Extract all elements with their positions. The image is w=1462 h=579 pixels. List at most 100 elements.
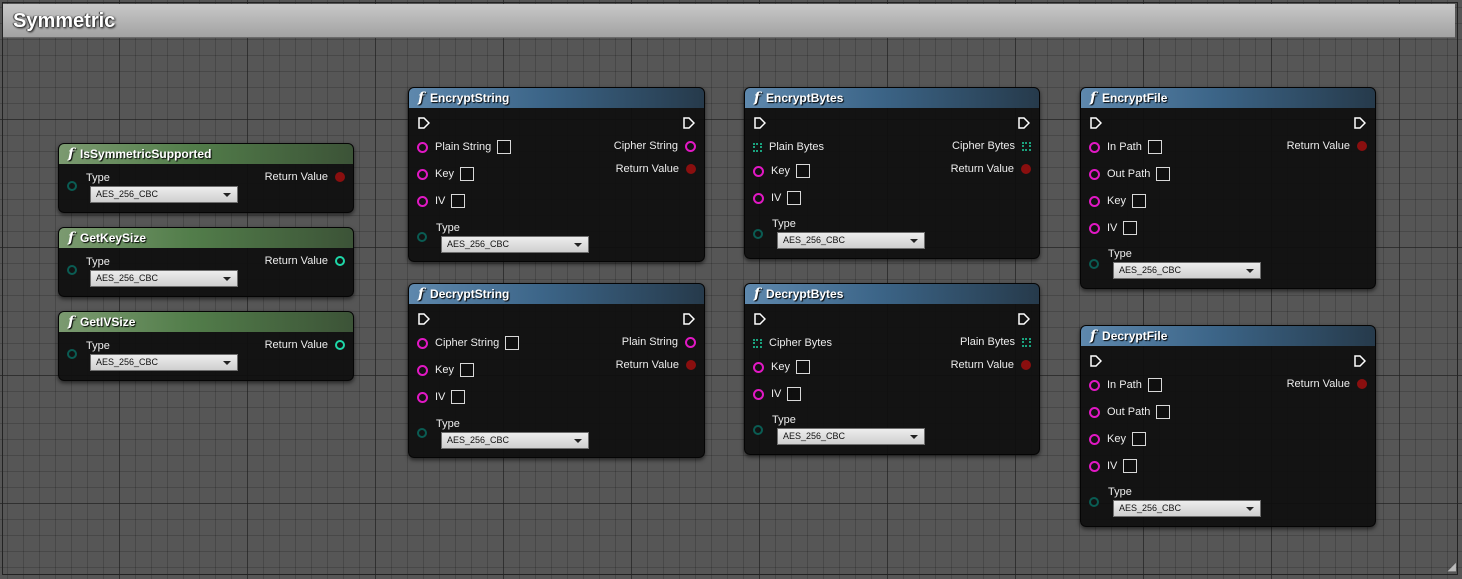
key-pin[interactable]: Key [753, 164, 810, 178]
in-path-input[interactable] [1147, 378, 1162, 392]
bool-pin-icon[interactable] [686, 360, 696, 370]
return-value-pin[interactable]: Return Value [1287, 140, 1367, 152]
node-get-key-size[interactable]: f GetKeySize Type AES_256_CBC Return Val… [58, 227, 354, 297]
type-pin[interactable] [67, 265, 77, 275]
type-dropdown[interactable]: AES_256_CBC [90, 354, 238, 371]
type-dropdown[interactable]: AES_256_CBC [90, 270, 238, 287]
resize-grip-icon[interactable]: ◢ [1444, 561, 1456, 573]
string-pin-icon[interactable] [753, 361, 764, 373]
type-dropdown[interactable]: AES_256_CBC [1113, 500, 1261, 517]
iv-pin[interactable]: IV [1089, 459, 1138, 473]
node-header[interactable]: f IsSymmetricSupported [59, 144, 353, 164]
bool-pin-icon[interactable] [686, 164, 696, 174]
enum-pin-icon[interactable] [67, 265, 77, 275]
type-dropdown[interactable]: AES_256_CBC [777, 232, 925, 249]
byte-array-pin-icon[interactable] [753, 338, 762, 348]
plain-string-input[interactable] [497, 140, 512, 154]
node-decrypt-file[interactable]: f DecryptFile In Path Out Path Key IV Ty… [1080, 325, 1376, 527]
return-value-pin[interactable]: Return Value [616, 163, 696, 175]
return-value-pin[interactable]: Return Value [616, 359, 696, 371]
iv-pin[interactable]: IV [1089, 221, 1138, 235]
string-pin-icon[interactable] [417, 168, 428, 180]
string-pin-icon[interactable] [753, 388, 764, 400]
string-pin-icon[interactable] [417, 195, 428, 207]
exec-out-pin-icon[interactable] [683, 313, 695, 325]
out-path-pin[interactable]: Out Path [1089, 405, 1171, 419]
node-decrypt-string[interactable]: f DecryptString Cipher String Key IV Typ… [408, 283, 705, 458]
exec-out-pin-icon[interactable] [1354, 355, 1366, 367]
bool-pin-icon[interactable] [1021, 164, 1031, 174]
exec-in-pin-icon[interactable] [418, 117, 430, 129]
out-path-input[interactable] [1156, 405, 1171, 419]
type-pin[interactable] [1089, 497, 1099, 507]
node-header[interactable]: f GetKeySize [59, 228, 353, 248]
iv-pin[interactable]: IV [753, 387, 802, 401]
bool-pin-icon[interactable] [335, 172, 345, 182]
exec-in-pin-icon[interactable] [754, 313, 766, 325]
exec-out-pin-icon[interactable] [1354, 117, 1366, 129]
enum-pin-icon[interactable] [753, 229, 763, 239]
type-dropdown[interactable]: AES_256_CBC [441, 236, 589, 253]
string-pin-icon[interactable] [1089, 222, 1100, 234]
node-encrypt-string[interactable]: f EncryptString Plain String Key IV Type… [408, 87, 705, 262]
cipher-string-input[interactable] [505, 336, 520, 350]
type-pin[interactable] [753, 425, 763, 435]
node-get-iv-size[interactable]: f GetIVSize Type AES_256_CBC Return Valu… [58, 311, 354, 381]
iv-input[interactable] [1123, 459, 1138, 473]
key-input[interactable] [795, 360, 810, 374]
node-encrypt-bytes[interactable]: f EncryptBytes Plain Bytes Key IV Type A… [744, 87, 1040, 259]
string-pin-icon[interactable] [1089, 379, 1100, 391]
in-path-pin[interactable]: In Path [1089, 378, 1162, 392]
key-input[interactable] [459, 363, 474, 377]
string-pin-icon[interactable] [685, 140, 696, 152]
node-decrypt-bytes[interactable]: f DecryptBytes Cipher Bytes Key IV Type … [744, 283, 1040, 455]
bool-pin-icon[interactable] [1021, 360, 1031, 370]
iv-pin[interactable]: IV [417, 390, 466, 404]
string-pin-icon[interactable] [1089, 460, 1100, 472]
type-pin[interactable] [67, 181, 77, 191]
out-path-input[interactable] [1156, 167, 1171, 181]
plain-bytes-pin[interactable]: Plain Bytes [960, 336, 1031, 348]
enum-pin-icon[interactable] [67, 181, 77, 191]
in-path-input[interactable] [1147, 140, 1162, 154]
node-header[interactable]: f EncryptBytes [745, 88, 1039, 108]
return-value-pin[interactable]: Return Value [951, 163, 1031, 175]
node-is-symmetric-supported[interactable]: f IsSymmetricSupported Type AES_256_CBC … [58, 143, 354, 213]
bool-pin-icon[interactable] [1357, 379, 1367, 389]
string-pin-icon[interactable] [685, 336, 696, 348]
byte-array-pin-icon[interactable] [1022, 141, 1031, 151]
key-pin[interactable]: Key [1089, 194, 1146, 208]
node-header[interactable]: f EncryptString [409, 88, 704, 108]
iv-input[interactable] [787, 191, 802, 205]
key-input[interactable] [795, 164, 810, 178]
string-pin-icon[interactable] [417, 141, 428, 153]
enum-pin-icon[interactable] [417, 428, 427, 438]
plain-bytes-pin[interactable]: Plain Bytes [753, 141, 824, 153]
string-pin-icon[interactable] [1089, 433, 1100, 445]
key-pin[interactable]: Key [417, 363, 474, 377]
string-pin-icon[interactable] [753, 192, 764, 204]
exec-in-pin-icon[interactable] [754, 117, 766, 129]
plain-string-pin[interactable]: Plain String [622, 336, 696, 348]
exec-in-pin-icon[interactable] [418, 313, 430, 325]
type-dropdown[interactable]: AES_256_CBC [777, 428, 925, 445]
in-path-pin[interactable]: In Path [1089, 140, 1162, 154]
int-pin-icon[interactable] [335, 340, 345, 350]
node-header[interactable]: f DecryptString [409, 284, 704, 304]
key-input[interactable] [459, 167, 474, 181]
iv-pin[interactable]: IV [417, 194, 466, 208]
exec-out-pin-icon[interactable] [683, 117, 695, 129]
key-pin[interactable]: Key [1089, 432, 1146, 446]
cipher-string-pin[interactable]: Cipher String [417, 336, 520, 350]
node-header[interactable]: f DecryptFile [1081, 326, 1375, 346]
string-pin-icon[interactable] [753, 165, 764, 177]
cipher-bytes-pin[interactable]: Cipher Bytes [753, 337, 832, 349]
iv-pin[interactable]: IV [753, 191, 802, 205]
return-value-pin[interactable]: Return Value [265, 339, 345, 351]
string-pin-icon[interactable] [417, 391, 428, 403]
cipher-string-pin[interactable]: Cipher String [614, 140, 696, 152]
node-header[interactable]: f EncryptFile [1081, 88, 1375, 108]
type-dropdown[interactable]: AES_256_CBC [1113, 262, 1261, 279]
string-pin-icon[interactable] [417, 364, 428, 376]
iv-input[interactable] [1123, 221, 1138, 235]
